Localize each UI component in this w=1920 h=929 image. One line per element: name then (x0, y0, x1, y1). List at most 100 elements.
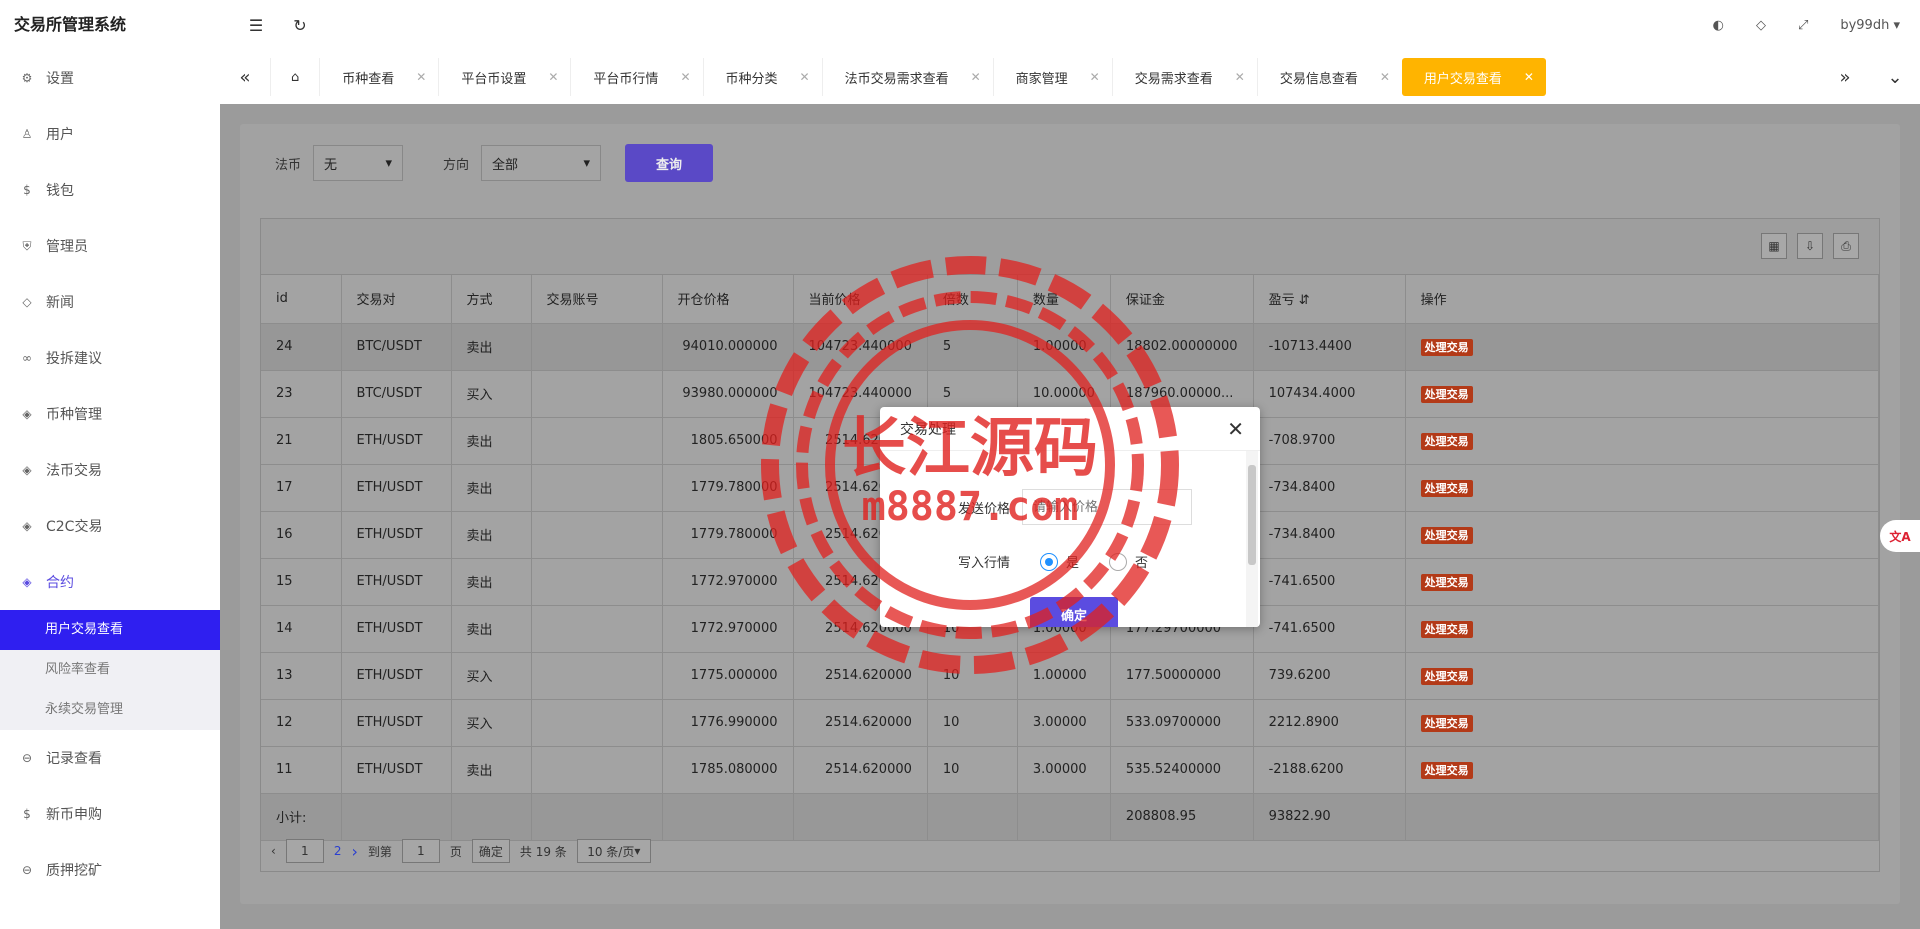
tab-trade-info[interactable]: 交易信息查看 ✕ (1256, 58, 1402, 96)
tabs-next-icon[interactable]: » (1820, 67, 1870, 88)
process-trade-button[interactable]: 处理交易 (1420, 526, 1473, 544)
col-header-sortable[interactable]: 盈亏 ⇵ (1253, 275, 1406, 324)
process-trade-button[interactable]: 处理交易 (1420, 385, 1473, 403)
table-cell: BTC/USDT (341, 370, 452, 418)
table-cell: 10 (927, 746, 1018, 794)
tab-label: 币种分类 (725, 71, 778, 87)
sidebar-subitem-user-trades[interactable]: 用户交易查看 (0, 610, 220, 650)
table-cell: 17 (261, 464, 342, 512)
process-trade-button[interactable]: 处理交易 (1420, 620, 1473, 638)
sidebar-item-ipo[interactable]: $ 新币申购 (0, 786, 220, 842)
table-cell: ETH/USDT (341, 699, 452, 747)
close-icon[interactable]: ✕ (1524, 70, 1534, 84)
sidebar-item-c2c[interactable]: ◈ C2C交易 (0, 498, 220, 554)
print-icon[interactable]: ⎙ (1833, 233, 1859, 259)
sidebar-item-fiat[interactable]: ◈ 法币交易 (0, 442, 220, 498)
fiat-select[interactable]: 无 ▾ (313, 145, 404, 181)
page-1[interactable]: 1 (285, 839, 324, 863)
tab-user-trades[interactable]: 用户交易查看 ✕ (1401, 58, 1546, 96)
table-cell: 卖出 (451, 511, 532, 559)
tag-icon[interactable]: ◇ (1756, 18, 1766, 33)
scrollbar-thumb[interactable] (1248, 465, 1256, 565)
user-menu[interactable]: by99dh ▾ (1840, 18, 1900, 33)
table-cell: 24 (261, 323, 342, 371)
confirm-button[interactable]: 确定 (1030, 597, 1118, 627)
sidebar-item-coins[interactable]: ◈ 币种管理 (0, 386, 220, 442)
page-size-value: 10 条/页 (587, 844, 635, 859)
table-cell: 1785.080000 (662, 746, 794, 794)
process-trade-button[interactable]: 处理交易 (1420, 479, 1473, 497)
sidebar-subitem-risk[interactable]: 风险率查看 (0, 650, 220, 690)
tab-trade-demand[interactable]: 交易需求查看 ✕ (1111, 58, 1257, 96)
columns-icon[interactable]: ▦ (1761, 233, 1787, 259)
sidebar-item-staking[interactable]: ⊖ 质押挖矿 (0, 842, 220, 898)
home-tab-icon[interactable]: ⌂ (270, 58, 319, 96)
close-icon[interactable]: ✕ (416, 70, 426, 84)
table-cell (531, 699, 663, 747)
price-input[interactable] (1022, 489, 1193, 525)
process-trade-button[interactable]: 处理交易 (1420, 761, 1473, 779)
sidebar-item-records[interactable]: ⊖ 记录查看 (0, 730, 220, 786)
tab-platform-coin-settings[interactable]: 平台币设置 ✕ (438, 58, 570, 96)
page-size-select[interactable]: 10 条/页 ▾ (576, 839, 651, 863)
goto-page-input[interactable]: 1 (401, 839, 440, 863)
table-cell: 2514.620000 (793, 746, 928, 794)
sidebar-item-news[interactable]: ◇ 新闻 (0, 274, 220, 330)
sidebar-item-contract[interactable]: ◈ 合约 (0, 554, 220, 610)
radio-yes[interactable] (1040, 552, 1059, 571)
process-trade-button[interactable]: 处理交易 (1420, 338, 1473, 356)
close-icon[interactable]: ✕ (548, 70, 558, 84)
table-cell (531, 417, 663, 465)
process-trade-button[interactable]: 处理交易 (1420, 714, 1473, 732)
query-button[interactable]: 查询 (625, 144, 714, 182)
subtotal-cell: 小计: (261, 793, 342, 841)
sidebar-item-feedback[interactable]: ∞ 投拆建议 (0, 330, 220, 386)
sidebar-item-label: 质押挖矿 (46, 863, 102, 879)
fiat-label: 法币 (275, 157, 302, 173)
page-2[interactable]: 2 (334, 844, 342, 858)
prev-page-icon[interactable]: ‹ (271, 844, 276, 858)
sort-icon[interactable]: ⇵ (1299, 293, 1310, 308)
sidebar-item-admin[interactable]: ⛨ 管理员 (0, 218, 220, 274)
col-header: 方式 (451, 275, 532, 324)
tab-platform-coin-market[interactable]: 平台币行情 ✕ (570, 58, 702, 96)
table-cell: 13 (261, 652, 342, 700)
subtotal-cell (341, 793, 452, 841)
sidebar-item-wallet[interactable]: $ 钱包 (0, 162, 220, 218)
goto-confirm-button[interactable]: 确定 (471, 839, 510, 863)
radio-no[interactable] (1109, 552, 1128, 571)
process-trade-button[interactable]: 处理交易 (1420, 573, 1473, 591)
close-icon[interactable]: ✕ (680, 70, 690, 84)
close-icon[interactable]: ✕ (1235, 70, 1245, 84)
close-icon[interactable]: ✕ (971, 70, 981, 84)
tab-fiat-demand[interactable]: 法币交易需求查看 ✕ (821, 58, 993, 96)
dialog-scrollbar[interactable] (1246, 451, 1258, 627)
col-header: 交易账号 (531, 275, 663, 324)
refresh-icon[interactable]: ↻ (278, 16, 322, 35)
collapse-menu-icon[interactable]: ☰ (234, 16, 278, 35)
sidebar-item-settings[interactable]: ⚙ 设置 (0, 50, 220, 106)
next-page-icon[interactable]: › (351, 842, 357, 861)
table-cell: 21 (261, 417, 342, 465)
close-icon[interactable]: ✕ (1227, 417, 1244, 441)
close-icon[interactable]: ✕ (1380, 70, 1390, 84)
tab-coin-category[interactable]: 币种分类 ✕ (702, 58, 822, 96)
table-cell: 卖出 (451, 464, 532, 512)
palette-icon[interactable]: ◐ (1713, 18, 1724, 33)
tabs-dropdown-icon[interactable]: ⌄ (1870, 67, 1920, 88)
tabs-prev-icon[interactable]: « (220, 67, 270, 88)
fullscreen-icon[interactable]: ⤢ (1798, 18, 1808, 33)
sidebar-subitem-perpetual[interactable]: 永续交易管理 (0, 690, 220, 730)
tab-coin-view[interactable]: 币种查看 ✕ (319, 58, 438, 96)
export-icon[interactable]: ⇩ (1797, 233, 1823, 259)
sidebar-item-users[interactable]: ♙ 用户 (0, 106, 220, 162)
process-trade-button[interactable]: 处理交易 (1420, 667, 1473, 685)
close-icon[interactable]: ✕ (800, 70, 810, 84)
table-cell: 18802.00000000 (1110, 323, 1254, 371)
process-trade-button[interactable]: 处理交易 (1420, 432, 1473, 450)
translate-float-button[interactable]: 文A (1880, 520, 1920, 552)
tab-merchant[interactable]: 商家管理 ✕ (992, 58, 1112, 96)
table-cell (531, 323, 663, 371)
close-icon[interactable]: ✕ (1090, 70, 1100, 84)
direction-select[interactable]: 全部 ▾ (481, 145, 602, 181)
